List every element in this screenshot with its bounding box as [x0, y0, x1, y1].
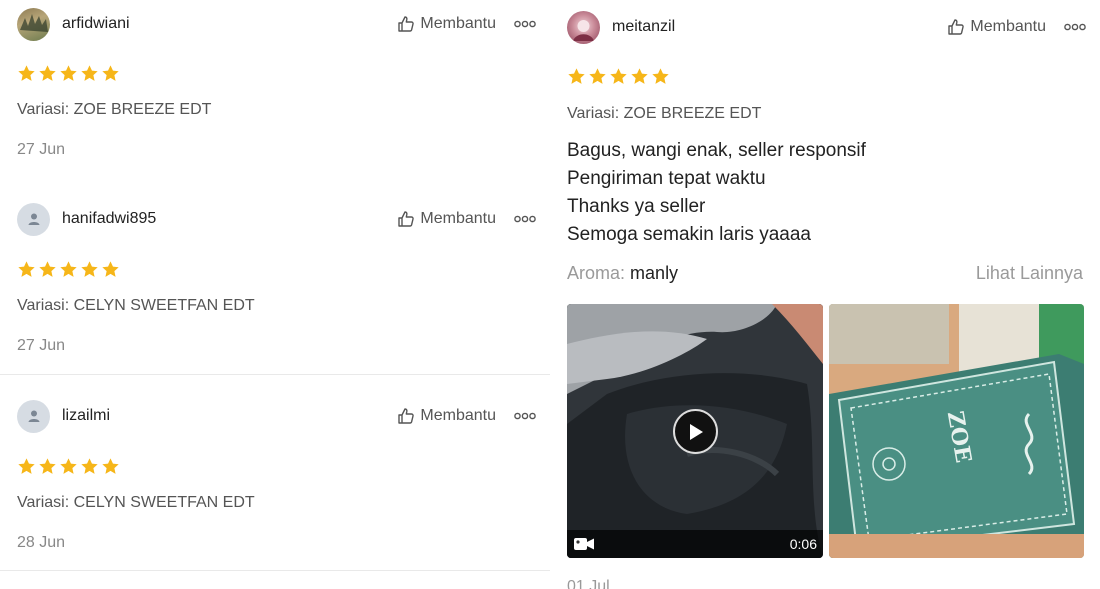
see-more-link[interactable]: Lihat Lainnya [976, 263, 1083, 284]
star-icon [81, 65, 98, 81]
review-comment: Bagus, wangi enak, seller responsif Peng… [567, 137, 866, 249]
more-options-icon[interactable] [514, 20, 536, 28]
review-date: 01 Jul [567, 578, 610, 589]
video-info-bar: 0:06 [567, 530, 823, 558]
aroma-value: manly [630, 263, 679, 283]
review-detail-right: meitanzil Membantu Variasi: ZOE BREEZE E… [550, 0, 1100, 589]
avatar[interactable] [567, 10, 600, 44]
star-icon [102, 458, 119, 474]
star-icon [18, 65, 35, 81]
thumbs-up-icon [398, 408, 415, 424]
star-icon [589, 68, 606, 84]
review-date: 28 Jun [17, 534, 66, 551]
more-options-icon[interactable] [514, 215, 536, 223]
avatar[interactable] [17, 7, 50, 41]
helpful-label: Membantu [420, 407, 496, 424]
aroma-attribute: Aroma: manly [567, 263, 678, 284]
more-options-icon[interactable] [514, 412, 536, 420]
review-variant: Variasi: ZOE BREEZE EDT [17, 101, 212, 118]
star-icon [631, 68, 648, 84]
star-icon [81, 261, 98, 277]
play-button[interactable] [673, 409, 718, 454]
helpful-label: Membantu [420, 15, 496, 32]
star-rating [17, 260, 120, 279]
default-avatar-icon [28, 410, 39, 422]
star-rating [17, 457, 120, 476]
helpful-button[interactable]: Membantu [397, 407, 496, 425]
more-options-icon[interactable] [1064, 23, 1086, 31]
video-camera-icon [574, 538, 594, 550]
review-card: hanifadwi895 Membantu Variasi: CELYN SWE… [0, 180, 550, 375]
play-icon [689, 423, 703, 440]
thumbs-up-icon [398, 16, 415, 32]
review-username[interactable]: arfidwiani [62, 15, 130, 33]
star-icon [81, 458, 98, 474]
star-rating [567, 67, 670, 86]
star-icon [102, 65, 119, 81]
review-date: 27 Jun [17, 141, 66, 158]
review-card: lizailmi Membantu Variasi: CELYN SWEETFA… [0, 375, 550, 571]
default-avatar-icon [28, 213, 39, 225]
video-duration: 0:06 [789, 536, 817, 552]
review-list-left: arfidwiani Membantu Variasi: ZOE BREEZE … [0, 0, 550, 589]
review-variant: Variasi: CELYN SWEETFAN EDT [17, 297, 255, 314]
helpful-button[interactable]: Membantu [397, 210, 496, 228]
comment-line: Bagus, wangi enak, seller responsif [567, 140, 866, 161]
review-variant: Variasi: ZOE BREEZE EDT [567, 105, 762, 122]
review-photo-thumbnail[interactable]: ZOE [829, 304, 1084, 558]
helpful-button[interactable]: Membantu [397, 15, 496, 33]
helpful-label: Membantu [420, 210, 496, 227]
thumbs-up-icon [948, 19, 965, 35]
star-icon [39, 65, 56, 81]
review-username[interactable]: meitanzil [612, 18, 675, 36]
review-card: arfidwiani Membantu Variasi: ZOE BREEZE … [0, 0, 550, 180]
star-icon [18, 458, 35, 474]
aroma-key: Aroma: [567, 263, 626, 283]
star-icon [652, 68, 669, 84]
star-icon [39, 261, 56, 277]
thumbs-up-icon [398, 211, 415, 227]
review-username[interactable]: lizailmi [62, 407, 110, 425]
review-username[interactable]: hanifadwi895 [62, 210, 156, 228]
star-rating [17, 64, 120, 83]
comment-line: Semoga semakin laris yaaaa [567, 224, 811, 245]
star-icon [568, 68, 585, 84]
star-icon [60, 65, 77, 81]
avatar[interactable] [17, 399, 50, 433]
review-card: meitanzil Membantu Variasi: ZOE BREEZE E… [550, 0, 1100, 589]
helpful-label: Membantu [970, 18, 1046, 35]
comment-line: Thanks ya seller [567, 196, 706, 217]
star-icon [60, 458, 77, 474]
review-video-thumbnail[interactable]: 0:06 [567, 304, 823, 558]
star-icon [610, 68, 627, 84]
avatar[interactable] [17, 202, 50, 236]
star-icon [60, 261, 77, 277]
star-icon [102, 261, 119, 277]
star-icon [39, 458, 56, 474]
comment-line: Pengiriman tepat waktu [567, 168, 766, 189]
star-icon [18, 261, 35, 277]
helpful-button[interactable]: Membantu [947, 18, 1046, 36]
review-variant: Variasi: CELYN SWEETFAN EDT [17, 494, 255, 511]
review-date: 27 Jun [17, 337, 66, 354]
